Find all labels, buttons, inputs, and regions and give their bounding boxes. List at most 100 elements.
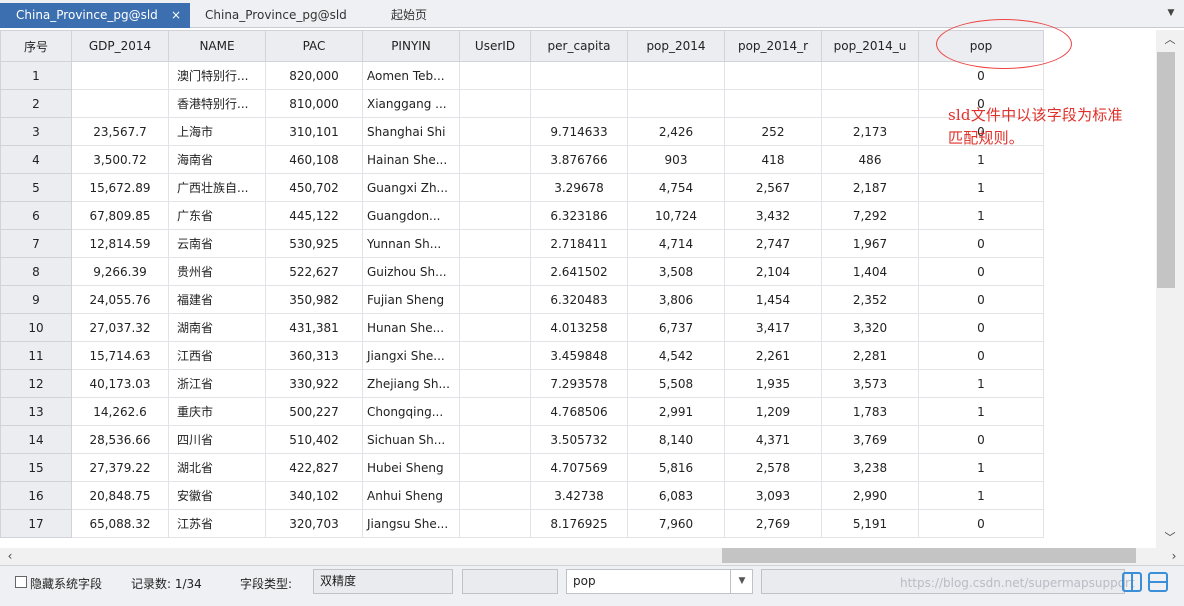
table-cell[interactable] <box>459 509 531 538</box>
table-cell[interactable]: 1,404 <box>821 257 919 286</box>
table-cell[interactable]: 418 <box>724 145 822 174</box>
table-cell[interactable]: 上海市 <box>168 117 266 146</box>
table-cell[interactable]: 422,827 <box>265 453 363 482</box>
table-row[interactable]: 7 12,814.59 云南省 530,925 Yunnan Sh... 2.718411… <box>0 229 1044 258</box>
table-cell[interactable]: 4,542 <box>627 341 725 370</box>
column-header[interactable]: pop_2014 <box>627 30 725 62</box>
table-cell[interactable]: 湖北省 <box>168 453 266 482</box>
table-cell[interactable]: 3.876766 <box>530 145 628 174</box>
column-header[interactable]: NAME <box>168 30 266 62</box>
table-cell[interactable]: Shanghai Shi <box>362 117 460 146</box>
table-cell[interactable]: 2,187 <box>821 173 919 202</box>
table-row[interactable]: 3 23,567.7 上海市 310,101 Shanghai Shi 9.714633 2… <box>0 117 1044 146</box>
table-cell[interactable] <box>459 117 531 146</box>
column-header[interactable]: 序号 <box>0 30 72 62</box>
table-cell[interactable]: 3,238 <box>821 453 919 482</box>
table-cell[interactable]: 江苏省 <box>168 509 266 538</box>
table-cell[interactable] <box>459 425 531 454</box>
table-cell[interactable]: 810,000 <box>265 89 363 118</box>
split-vertical-icon[interactable] <box>1122 572 1142 592</box>
table-cell[interactable]: 0 <box>918 285 1044 314</box>
row-number[interactable]: 14 <box>0 425 72 454</box>
table-cell[interactable] <box>71 89 169 118</box>
row-number[interactable]: 3 <box>0 117 72 146</box>
table-cell[interactable]: 23,567.7 <box>71 117 169 146</box>
column-header[interactable]: pop_2014_r <box>724 30 822 62</box>
table-cell[interactable]: 浙江省 <box>168 369 266 398</box>
table-cell[interactable] <box>821 89 919 118</box>
field-select[interactable]: pop <box>566 569 753 594</box>
table-cell[interactable]: 10,724 <box>627 201 725 230</box>
table-cell[interactable]: 安徽省 <box>168 481 266 510</box>
table-cell[interactable]: 云南省 <box>168 229 266 258</box>
table-cell[interactable] <box>459 229 531 258</box>
row-number[interactable]: 13 <box>0 397 72 426</box>
table-cell[interactable]: 3,806 <box>627 285 725 314</box>
table-cell[interactable]: Yunnan Sh... <box>362 229 460 258</box>
table-cell[interactable]: 湖南省 <box>168 313 266 342</box>
table-cell[interactable]: 5,508 <box>627 369 725 398</box>
table-cell[interactable]: 7,960 <box>627 509 725 538</box>
table-cell[interactable]: 3,573 <box>821 369 919 398</box>
table-cell[interactable]: 2,578 <box>724 453 822 482</box>
table-cell[interactable]: 510,402 <box>265 425 363 454</box>
table-cell[interactable]: 3,093 <box>724 481 822 510</box>
table-row[interactable]: 8 9,266.39 贵州省 522,627 Guizhou Sh... 2.641502… <box>0 257 1044 286</box>
table-cell[interactable]: 500,227 <box>265 397 363 426</box>
table-cell[interactable] <box>71 61 169 90</box>
table-cell[interactable]: Fujian Sheng <box>362 285 460 314</box>
table-cell[interactable]: 2,104 <box>724 257 822 286</box>
table-cell[interactable] <box>459 61 531 90</box>
table-cell[interactable]: 1 <box>918 397 1044 426</box>
row-number[interactable]: 1 <box>0 61 72 90</box>
table-cell[interactable]: Hainan She... <box>362 145 460 174</box>
chevron-up-icon[interactable]: ︿ <box>1156 30 1184 50</box>
table-cell[interactable]: 2,173 <box>821 117 919 146</box>
row-number[interactable]: 17 <box>0 509 72 538</box>
table-cell[interactable]: 四川省 <box>168 425 266 454</box>
chevron-left-icon[interactable]: ‹ <box>2 548 18 565</box>
table-cell[interactable]: 4.013258 <box>530 313 628 342</box>
table-cell[interactable]: 1,454 <box>724 285 822 314</box>
table-cell[interactable] <box>530 89 628 118</box>
table-cell[interactable]: 65,088.32 <box>71 509 169 538</box>
table-cell[interactable]: 2,352 <box>821 285 919 314</box>
table-cell[interactable]: 3.505732 <box>530 425 628 454</box>
table-cell[interactable]: 0 <box>918 229 1044 258</box>
table-cell[interactable]: 澳门特别行... <box>168 61 266 90</box>
table-cell[interactable] <box>627 61 725 90</box>
tab-start-page[interactable]: 起始页 <box>391 3 451 28</box>
column-header[interactable]: PINYIN <box>362 30 460 62</box>
table-cell[interactable]: Guizhou Sh... <box>362 257 460 286</box>
table-row[interactable]: 16 20,848.75 安徽省 340,102 Anhui Sheng 3.42738 6… <box>0 481 1044 510</box>
row-number[interactable]: 8 <box>0 257 72 286</box>
table-cell[interactable]: 2,991 <box>627 397 725 426</box>
table-cell[interactable] <box>724 61 822 90</box>
row-number[interactable]: 2 <box>0 89 72 118</box>
table-cell[interactable] <box>459 341 531 370</box>
table-cell[interactable]: 3.42738 <box>530 481 628 510</box>
table-cell[interactable]: 3,320 <box>821 313 919 342</box>
table-cell[interactable]: 15,714.63 <box>71 341 169 370</box>
table-cell[interactable]: 460,108 <box>265 145 363 174</box>
table-row[interactable]: 11 15,714.63 江西省 360,313 Jiangxi She... 3.459… <box>0 341 1044 370</box>
tab-china-province-active[interactable]: China_Province_pg@sld × <box>0 3 190 28</box>
table-cell[interactable]: Guangxi Zh... <box>362 173 460 202</box>
table-cell[interactable]: 5,816 <box>627 453 725 482</box>
table-cell[interactable]: 27,037.32 <box>71 313 169 342</box>
table-cell[interactable] <box>459 313 531 342</box>
table-cell[interactable] <box>724 89 822 118</box>
table-row[interactable]: 1 澳门特别行... 820,000 Aomen Teb... 0 <box>0 61 1044 90</box>
table-cell[interactable]: 4.768506 <box>530 397 628 426</box>
table-cell[interactable] <box>459 145 531 174</box>
table-cell[interactable]: 2,281 <box>821 341 919 370</box>
table-cell[interactable]: 2,567 <box>724 173 822 202</box>
table-cell[interactable] <box>459 257 531 286</box>
row-number[interactable]: 11 <box>0 341 72 370</box>
row-number[interactable]: 12 <box>0 369 72 398</box>
row-number[interactable]: 16 <box>0 481 72 510</box>
table-cell[interactable]: 2,990 <box>821 481 919 510</box>
table-cell[interactable] <box>627 89 725 118</box>
table-cell[interactable] <box>459 285 531 314</box>
table-cell[interactable] <box>459 89 531 118</box>
